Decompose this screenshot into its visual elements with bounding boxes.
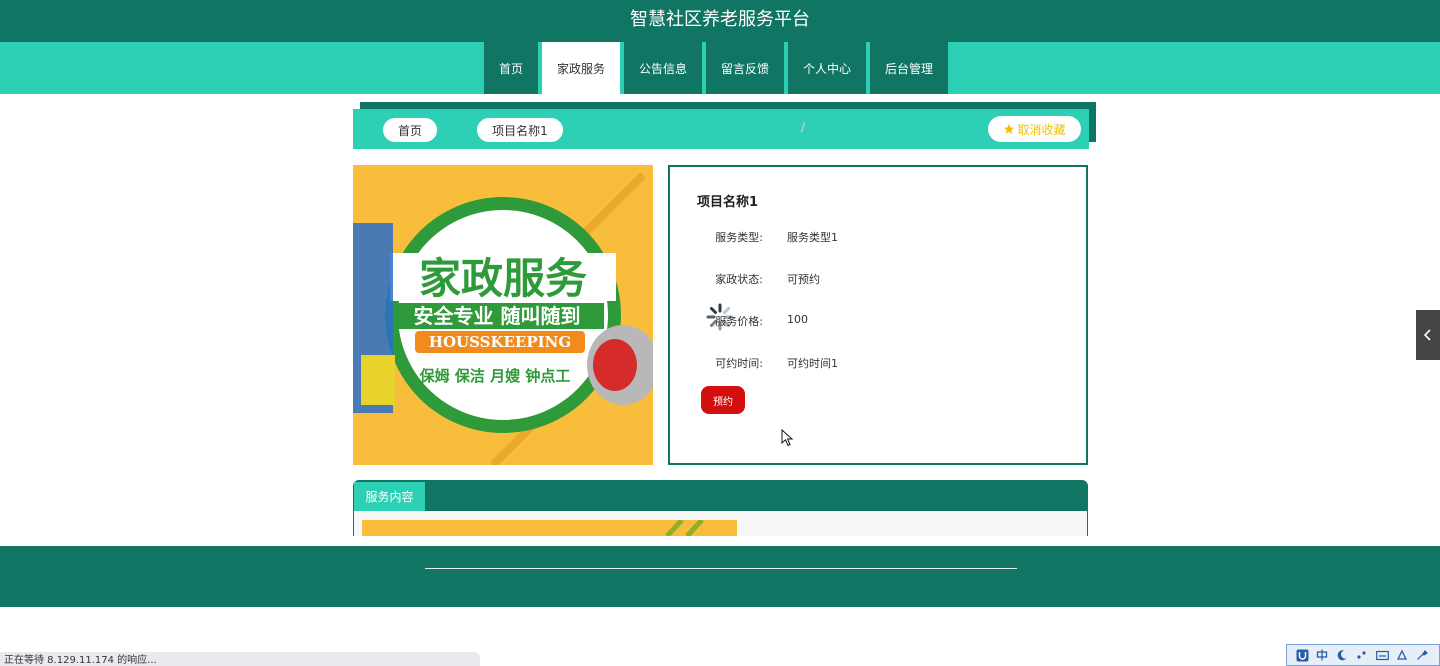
ime-moon-icon[interactable] xyxy=(1335,648,1349,662)
content-image-artwork xyxy=(362,520,737,536)
nav-item-home[interactable]: 首页 xyxy=(484,42,538,94)
breadcrumb-separator: / xyxy=(801,120,806,134)
banner-artwork: 家政服务 安全专业 随叫随到 HOUSSKEEPING 保姆 保洁 月嫂 钟点工 xyxy=(353,165,653,465)
site-title: 智慧社区养老服务平台 xyxy=(630,9,810,30)
ime-keyboard-icon[interactable] xyxy=(1375,648,1389,662)
banner-headline: 家政服务 xyxy=(419,254,587,303)
tab-service-content[interactable]: 服务内容 xyxy=(354,482,425,511)
service-banner-image: 家政服务 安全专业 随叫随到 HOUSSKEEPING 保姆 保洁 月嫂 钟点工 xyxy=(353,165,653,465)
side-panel-toggle[interactable] xyxy=(1416,310,1440,360)
ime-tools-icon[interactable] xyxy=(1415,648,1429,662)
footer-divider xyxy=(425,568,1017,569)
service-title: 项目名称1 xyxy=(697,195,759,210)
nav-item-label: 家政服务 xyxy=(556,61,605,76)
breadcrumb-current-label: 项目名称1 xyxy=(492,123,548,138)
nav-item-feedback[interactable]: 留言反馈 xyxy=(706,42,784,94)
service-content-panel: 服务内容 xyxy=(353,480,1088,536)
ime-skin-icon[interactable] xyxy=(1395,648,1409,662)
nav-item-label: 后台管理 xyxy=(884,61,933,76)
star-icon xyxy=(1004,124,1015,134)
nav-item-label: 首页 xyxy=(498,61,523,76)
banner-english: HOUSSKEEPING xyxy=(429,333,571,351)
banner-slogan: 安全专业 随叫随到 xyxy=(414,304,581,328)
breadcrumb-home-link[interactable]: 首页 xyxy=(383,118,437,142)
tab-label: 服务内容 xyxy=(365,490,414,504)
cancel-favorite-button[interactable]: 取消收藏 xyxy=(988,116,1081,142)
ime-toolbar xyxy=(1286,644,1440,666)
service-content-header: 服务内容 xyxy=(353,480,1088,511)
ime-chinese-mode-icon[interactable] xyxy=(1315,648,1329,662)
nav-item-housekeeping[interactable]: 家政服务 xyxy=(542,42,620,94)
browser-status-bar: 正在等待 8.129.11.174 的响应... xyxy=(0,652,480,666)
nav-list: 首页 家政服务 公告信息 留言反馈 个人中心 后台管理 xyxy=(484,42,948,94)
detail-value: 服务类型1 xyxy=(787,231,838,244)
service-content-image xyxy=(362,520,737,536)
mouse-cursor-icon xyxy=(781,429,794,447)
detail-label: 服务类型: xyxy=(715,231,763,244)
site-header: 智慧社区养老服务平台 xyxy=(0,0,1440,42)
chevron-left-icon xyxy=(1423,329,1431,341)
ime-punctuation-icon[interactable] xyxy=(1355,648,1369,662)
book-button[interactable]: 预约 xyxy=(701,386,745,414)
detail-label: 家政状态: xyxy=(715,273,763,286)
service-content-body xyxy=(353,511,1088,536)
nav-item-label: 公告信息 xyxy=(638,61,687,76)
detail-value: 可预约 xyxy=(787,273,820,286)
breadcrumb-current-link[interactable]: 项目名称1 xyxy=(477,118,563,142)
nav-item-personal-center[interactable]: 个人中心 xyxy=(788,42,866,94)
detail-row-status: 家政状态: 可预约 xyxy=(670,271,1070,291)
detail-label: 可约时间: xyxy=(715,357,763,370)
breadcrumb-home-label: 首页 xyxy=(397,123,422,138)
nav-item-admin[interactable]: 后台管理 xyxy=(870,42,948,94)
banner-services: 保姆 保洁 月嫂 钟点工 xyxy=(419,367,571,385)
nav-item-label: 个人中心 xyxy=(802,61,851,76)
book-button-label: 预约 xyxy=(713,396,733,408)
detail-value: 可约时间1 xyxy=(787,357,838,370)
site-footer xyxy=(0,546,1440,607)
detail-value: 100 xyxy=(787,313,808,326)
nav-item-announcements[interactable]: 公告信息 xyxy=(624,42,702,94)
cancel-favorite-label: 取消收藏 xyxy=(1017,122,1066,137)
detail-row-service-type: 服务类型: 服务类型1 xyxy=(670,229,1070,249)
browser-status-text: 正在等待 8.129.11.174 的响应... xyxy=(4,655,157,666)
main-nav: 首页 家政服务 公告信息 留言反馈 个人中心 后台管理 xyxy=(0,42,1440,94)
nav-item-label: 留言反馈 xyxy=(720,61,769,76)
spinner-icon xyxy=(706,303,734,331)
detail-row-available-time: 可约时间: 可约时间1 xyxy=(670,355,1070,375)
ime-logo-icon[interactable] xyxy=(1295,648,1309,662)
breadcrumb: 首页 / 项目名称1 取消收藏 xyxy=(353,109,1089,149)
